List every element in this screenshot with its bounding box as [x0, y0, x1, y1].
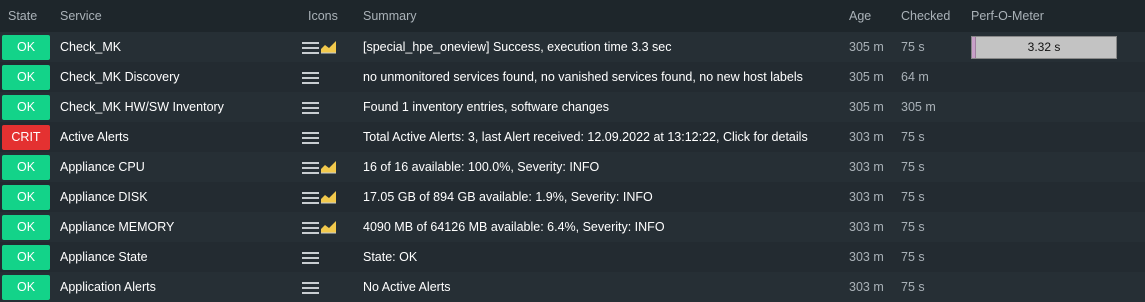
state-badge[interactable]: OK — [2, 64, 50, 90]
column-header-checked[interactable]: Checked — [893, 0, 963, 32]
service-summary: no unmonitored services found, no vanish… — [363, 70, 803, 84]
menu-icon[interactable] — [302, 130, 319, 144]
table-row[interactable]: OK Appliance CPU 16 of 16 available: 100.0… — [0, 152, 1145, 182]
table-header: State Service Icons Summary Age Checked … — [0, 0, 1145, 32]
table-row[interactable]: OK Check_MK HW/SW Inventory Found 1 invent… — [0, 92, 1145, 122]
service-icons — [302, 130, 355, 144]
service-checked: 64 m — [901, 70, 929, 84]
menu-icon[interactable] — [302, 280, 319, 294]
service-checked: 75 s — [901, 130, 925, 144]
menu-icon[interactable] — [302, 250, 319, 264]
table-row[interactable]: OK Appliance State State: OK 303 m 75 s — [0, 242, 1145, 272]
perf-o-meter-bar[interactable]: 3.32 s — [971, 35, 1117, 59]
service-summary: State: OK — [363, 250, 418, 264]
service-icons — [302, 40, 355, 54]
service-icons — [302, 250, 355, 264]
service-age: 303 m — [849, 190, 884, 204]
service-age: 303 m — [849, 280, 884, 294]
table-row[interactable]: OK Appliance MEMORY 4090 MB of 64126 MB av… — [0, 212, 1145, 242]
services-table: State Service Icons Summary Age Checked … — [0, 0, 1145, 302]
service-summary: 16 of 16 available: 100.0%, Severity: IN… — [363, 160, 600, 174]
service-checked: 75 s — [901, 190, 925, 204]
service-summary: No Active Alerts — [363, 280, 451, 294]
service-icons — [302, 70, 355, 84]
service-age: 303 m — [849, 130, 884, 144]
menu-icon[interactable] — [302, 160, 319, 174]
service-age: 303 m — [849, 250, 884, 264]
service-checked: 75 s — [901, 220, 925, 234]
service-summary: Total Active Alerts: 3, last Alert recei… — [363, 130, 808, 144]
column-header-perf-o-meter[interactable]: Perf-O-Meter — [963, 0, 1145, 32]
graph-icon[interactable] — [320, 220, 337, 234]
state-badge[interactable]: OK — [2, 184, 50, 210]
service-summary: [special_hpe_oneview] Success, execution… — [363, 40, 672, 54]
column-header-service[interactable]: Service — [52, 0, 300, 32]
service-checked: 75 s — [901, 250, 925, 264]
service-icons — [302, 220, 355, 234]
table-row[interactable]: OK Appliance DISK 17.05 GB of 894 GB avail… — [0, 182, 1145, 212]
service-icons — [302, 190, 355, 204]
table-row[interactable]: OK Check_MK Discovery no unmonitored servi… — [0, 62, 1145, 92]
service-checked: 305 m — [901, 100, 936, 114]
state-badge[interactable]: OK — [2, 34, 50, 60]
service-summary: 17.05 GB of 894 GB available: 1.9%, Seve… — [363, 190, 653, 204]
service-name-link[interactable]: Appliance MEMORY — [60, 220, 174, 234]
state-badge[interactable]: OK — [2, 154, 50, 180]
service-age: 305 m — [849, 40, 884, 54]
menu-icon[interactable] — [302, 100, 319, 114]
state-badge[interactable]: OK — [2, 214, 50, 240]
state-badge[interactable]: OK — [2, 274, 50, 300]
table-row[interactable]: OK Application Alerts No Active Alerts 303 … — [0, 272, 1145, 302]
service-name-link[interactable]: Appliance CPU — [60, 160, 145, 174]
service-icons — [302, 160, 355, 174]
graph-icon[interactable] — [320, 40, 337, 54]
state-badge[interactable]: OK — [2, 94, 50, 120]
service-name-link[interactable]: Check_MK HW/SW Inventory — [60, 100, 224, 114]
state-badge[interactable]: OK — [2, 244, 50, 270]
menu-icon[interactable] — [302, 220, 319, 234]
table-row[interactable]: OK Check_MK [special_hpe_oneview] Success,… — [0, 32, 1145, 62]
graph-icon[interactable] — [320, 190, 337, 204]
column-header-age[interactable]: Age — [841, 0, 893, 32]
service-age: 305 m — [849, 70, 884, 84]
service-name-link[interactable]: Check_MK — [60, 40, 121, 54]
service-name-link[interactable]: Active Alerts — [60, 130, 129, 144]
table-row[interactable]: CRIT Active Alerts Total Active Alerts: 3,… — [0, 122, 1145, 152]
service-checked: 75 s — [901, 40, 925, 54]
menu-icon[interactable] — [302, 40, 319, 54]
column-header-icons: Icons — [300, 0, 355, 32]
service-checked: 75 s — [901, 280, 925, 294]
service-summary: Found 1 inventory entries, software chan… — [363, 100, 609, 114]
service-name-link[interactable]: Appliance State — [60, 250, 148, 264]
graph-icon[interactable] — [320, 160, 337, 174]
service-age: 303 m — [849, 160, 884, 174]
perf-o-meter-label: 3.32 s — [1027, 39, 1061, 54]
column-header-state[interactable]: State — [0, 0, 52, 32]
service-icons — [302, 280, 355, 294]
state-badge[interactable]: CRIT — [2, 124, 50, 150]
column-header-summary[interactable]: Summary — [355, 0, 841, 32]
menu-icon[interactable] — [302, 190, 319, 204]
service-name-link[interactable]: Application Alerts — [60, 280, 156, 294]
service-checked: 75 s — [901, 160, 925, 174]
service-icons — [302, 100, 355, 114]
service-summary: 4090 MB of 64126 MB available: 6.4%, Sev… — [363, 220, 665, 234]
service-name-link[interactable]: Check_MK Discovery — [60, 70, 179, 84]
service-name-link[interactable]: Appliance DISK — [60, 190, 148, 204]
service-age: 303 m — [849, 220, 884, 234]
service-age: 305 m — [849, 100, 884, 114]
menu-icon[interactable] — [302, 70, 319, 84]
